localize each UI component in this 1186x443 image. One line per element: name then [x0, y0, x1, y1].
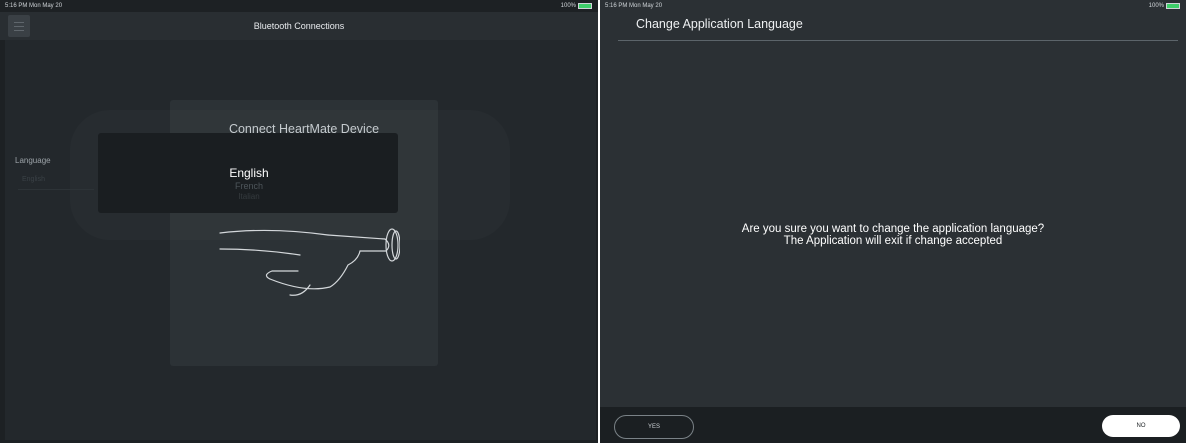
- battery-percent: 100%: [1148, 3, 1164, 9]
- dialog-footer: YES NO: [600, 407, 1186, 443]
- dialog-title: Change Application Language: [636, 17, 803, 31]
- picker-option-italian[interactable]: Italian: [98, 192, 398, 201]
- confirmation-line-2: The Application will exit if change acce…: [783, 235, 1003, 247]
- language-label: Language: [15, 156, 51, 165]
- no-button[interactable]: NO: [1102, 415, 1180, 437]
- battery-indicator: 100%: [561, 3, 592, 9]
- battery-icon: [1166, 3, 1180, 9]
- language-picker-screen: 5:16 PM Mon May 20 100% Bluetooth Connec…: [0, 0, 598, 443]
- confirmation-message: Are you sure you want to change the appl…: [600, 223, 1186, 247]
- battery-icon: [578, 3, 592, 9]
- app-header: Bluetooth Connections: [0, 12, 598, 40]
- picker-option-english[interactable]: English: [98, 166, 398, 180]
- picker-option-french[interactable]: French: [98, 181, 398, 191]
- status-time: 5:16 PM Mon May 20: [5, 3, 63, 9]
- title-underline: [618, 40, 1178, 41]
- yes-button[interactable]: YES: [614, 415, 694, 439]
- status-time: 5:16 PM Mon May 20: [605, 3, 663, 9]
- confirmation-line-1: Are you sure you want to change the appl…: [741, 223, 1045, 235]
- battery-indicator: 100%: [1149, 3, 1180, 9]
- language-picker[interactable]: English French Italian: [98, 133, 398, 213]
- battery-percent: 100%: [560, 3, 576, 9]
- page-title: Bluetooth Connections: [253, 21, 345, 31]
- status-bar: 5:16 PM Mon May 20 100%: [0, 0, 598, 12]
- language-field-value: English: [22, 176, 45, 183]
- confirm-language-dialog: 5:16 PM Mon May 20 100% Change Applicati…: [600, 0, 1186, 443]
- status-bar: 5:16 PM Mon May 20 100%: [600, 0, 1186, 12]
